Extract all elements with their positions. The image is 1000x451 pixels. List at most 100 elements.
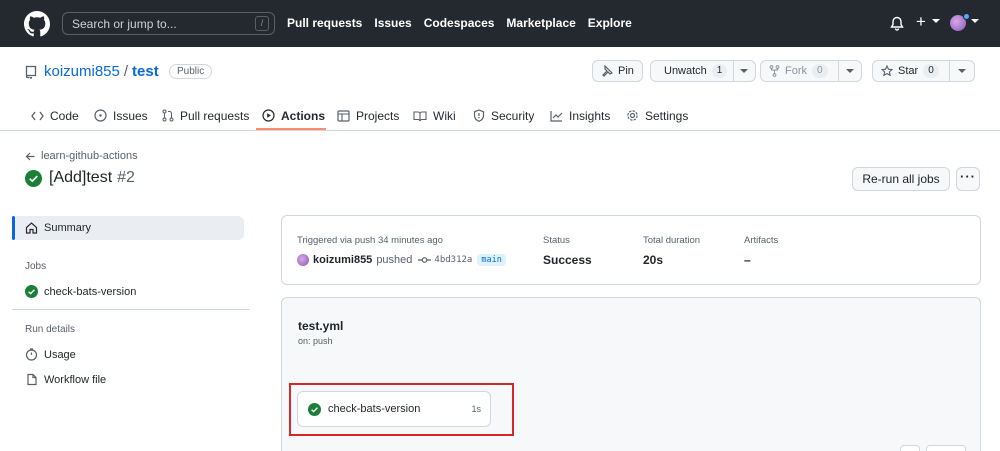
highlight-box: [289, 383, 514, 436]
global-nav: Pull requests Issues Codespaces Marketpl…: [287, 16, 632, 30]
star-button[interactable]: Star 0: [872, 60, 975, 82]
branch-badge[interactable]: main: [477, 254, 506, 266]
zoom-out-button[interactable]: [900, 445, 920, 451]
workflow-trigger: on: push: [298, 336, 333, 346]
chevron-down-icon[interactable]: [958, 68, 966, 74]
page-title: [Add]test #2: [25, 169, 135, 187]
tab-label: Issues: [113, 108, 148, 123]
chevron-down-icon[interactable]: [971, 18, 979, 24]
active-tab-indicator: [256, 128, 326, 130]
chevron-down-icon[interactable]: [846, 68, 854, 74]
repo-title: koizumi855/test: [44, 63, 159, 80]
actor-link[interactable]: koizumi855: [313, 254, 372, 266]
star-label: Star: [898, 65, 919, 77]
tab-label: Security: [491, 108, 535, 123]
sidebar-item-workflow-file[interactable]: Workflow file: [25, 373, 106, 386]
nav-pull-requests[interactable]: Pull requests: [287, 16, 362, 30]
repo-separator: /: [123, 63, 129, 80]
shield-icon: [473, 109, 485, 122]
nav-explore[interactable]: Explore: [588, 16, 632, 30]
rerun-all-jobs-button[interactable]: Re-run all jobs: [852, 167, 950, 191]
workflow-file-name: test.yml: [298, 319, 344, 333]
bell-icon[interactable]: [890, 16, 904, 31]
sidebar-item-summary[interactable]: Summary: [12, 216, 244, 240]
search-placeholder: Search or jump to...: [72, 17, 177, 31]
status-dot-icon: [963, 13, 970, 20]
sidebar-item-job[interactable]: check-bats-version: [25, 285, 136, 298]
nav-codespaces[interactable]: Codespaces: [424, 16, 495, 30]
workflow-back-link[interactable]: learn-github-actions: [25, 150, 138, 162]
tab-actions[interactable]: Actions: [262, 100, 325, 131]
push-info: koizumi855 pushed 4bd312a main: [297, 254, 506, 266]
tab-label: Wiki: [433, 108, 456, 123]
pin-button[interactable]: Pin: [592, 60, 643, 82]
sidebar-divider: [12, 309, 250, 310]
fork-count: 0: [812, 64, 828, 78]
search-shortcut-key: /: [255, 16, 269, 31]
gear-icon: [627, 110, 638, 121]
tab-wiki[interactable]: Wiki: [413, 100, 456, 131]
duration-value: 20s: [643, 253, 664, 267]
github-logo-icon[interactable]: [24, 11, 50, 37]
tab-label: Actions: [281, 108, 326, 123]
arrow-left-icon: [25, 152, 35, 160]
sidebar-item-label: Workflow file: [44, 373, 107, 386]
tab-settings[interactable]: Settings: [626, 100, 688, 131]
code-icon: [31, 111, 44, 120]
commit-sha-link[interactable]: 4bd312a: [434, 255, 472, 265]
chevron-down-icon[interactable]: [740, 68, 748, 74]
issue-icon: [94, 109, 107, 122]
avatar: [297, 254, 309, 266]
global-header: Search or jump to... / Pull requests Iss…: [0, 0, 1000, 47]
tab-issues[interactable]: Issues: [94, 100, 148, 131]
book-icon: [413, 110, 427, 121]
more-options-button[interactable]: ···: [956, 167, 980, 191]
fork-icon: [769, 65, 780, 77]
status-label: Status: [543, 235, 570, 246]
zoom-in-button[interactable]: [926, 445, 966, 451]
run-title: [Add]test: [49, 169, 113, 186]
tab-label: Insights: [569, 108, 611, 123]
trigger-text: Triggered via push 34 minutes ago: [297, 235, 443, 246]
check-circle-icon: [25, 169, 42, 187]
search-input[interactable]: Search or jump to... /: [62, 12, 275, 35]
sidebar-item-usage[interactable]: Usage: [25, 348, 76, 361]
unwatch-label: Unwatch: [664, 65, 707, 77]
nav-issues[interactable]: Issues: [374, 16, 411, 30]
pin-icon: [602, 65, 613, 77]
unwatch-button[interactable]: Unwatch 1: [650, 60, 756, 82]
tab-insights[interactable]: Insights: [550, 100, 610, 131]
jobs-heading: Jobs: [25, 261, 47, 272]
visibility-badge: Public: [169, 64, 213, 79]
duration-label: Total duration: [643, 235, 701, 246]
tab-code[interactable]: Code: [31, 100, 79, 131]
run-details-heading: Run details: [25, 324, 76, 335]
graph-icon: [550, 110, 563, 122]
run-summary-card: Triggered via push 34 minutes ago koizum…: [281, 215, 981, 285]
star-icon: [881, 65, 893, 77]
create-new-icon[interactable]: +: [916, 13, 926, 30]
tab-projects[interactable]: Projects: [337, 100, 399, 131]
play-icon: [262, 109, 275, 122]
tab-security[interactable]: Security: [473, 100, 534, 131]
chevron-down-icon[interactable]: [932, 18, 940, 24]
fork-button[interactable]: Fork 0: [760, 60, 862, 82]
artifacts-label: Artifacts: [744, 235, 779, 246]
tab-label: Code: [50, 108, 79, 123]
tab-pull-requests[interactable]: Pull requests: [162, 100, 249, 131]
file-icon: [27, 373, 37, 386]
check-circle-icon: [25, 285, 38, 298]
table-icon: [337, 109, 350, 122]
repo-owner-link[interactable]: koizumi855: [44, 63, 120, 80]
repo-name-link[interactable]: test: [132, 63, 159, 80]
pull-request-icon: [162, 109, 174, 122]
commit-icon: [418, 257, 432, 263]
tab-label: Pull requests: [180, 108, 250, 123]
repo-icon: [25, 65, 37, 79]
push-action: pushed: [376, 254, 413, 266]
nav-marketplace[interactable]: Marketplace: [506, 16, 575, 30]
tab-label: Projects: [356, 108, 400, 123]
fork-label: Fork: [785, 65, 807, 77]
sidebar-item-label: Summary: [44, 222, 92, 234]
run-number: #2: [117, 169, 135, 186]
